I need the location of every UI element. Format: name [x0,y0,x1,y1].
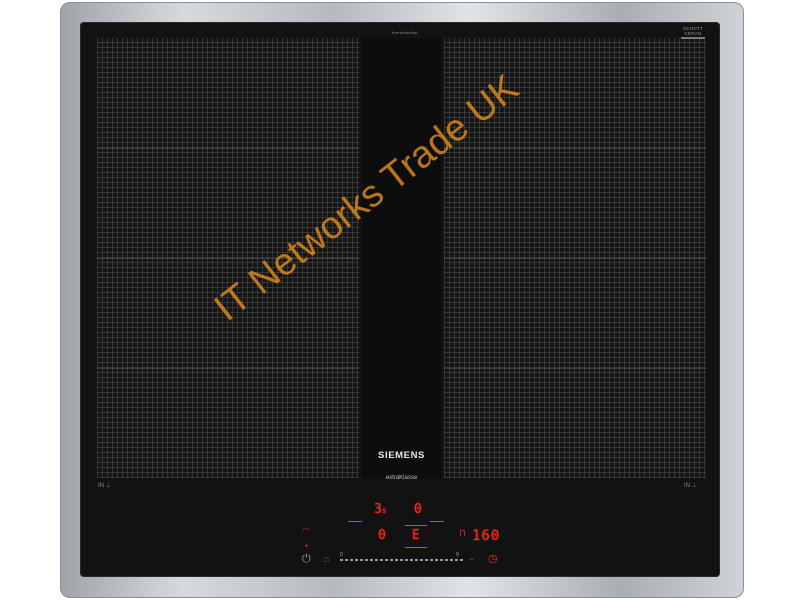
center-top-text: freeInduction [392,30,418,35]
center-left-display: 0 [378,528,386,543]
center-bar-bottom [405,547,427,548]
brand-logo: SIEMENS [378,450,425,461]
right-zone-label: IN ⊥ [684,483,697,489]
timer-display: 160 [472,528,501,544]
clock-icon[interactable]: ◷ [488,552,498,565]
schott-ceran-logo: SCHOTT CERAN [676,26,710,39]
series-label: extraKlasse [385,475,418,481]
glass-type: CERAN [684,31,702,36]
wifi-icon[interactable]: ◠ [302,526,309,535]
timer-icon[interactable]: ⊓ [459,528,466,539]
indicator-dot-icon: ● [305,543,309,549]
center-strip [362,38,441,478]
slider-max-label: 9 [456,552,459,558]
right-top-display: 0 [414,502,422,517]
center-bar-top [405,525,427,526]
minus-icon[interactable]: − [469,554,474,564]
left-power-display: 3s [374,502,387,517]
left-zone-bar [348,521,362,522]
right-zone-bar [430,521,444,522]
center-right-display: E [412,528,420,543]
lock-icon[interactable]: ⌂ [324,554,329,564]
left-zone-label: IN ⊥ [98,483,111,489]
power-icon[interactable]: ⏻ [302,553,311,566]
slider-min-label: 0 [340,552,343,558]
power-slider[interactable] [340,559,465,561]
